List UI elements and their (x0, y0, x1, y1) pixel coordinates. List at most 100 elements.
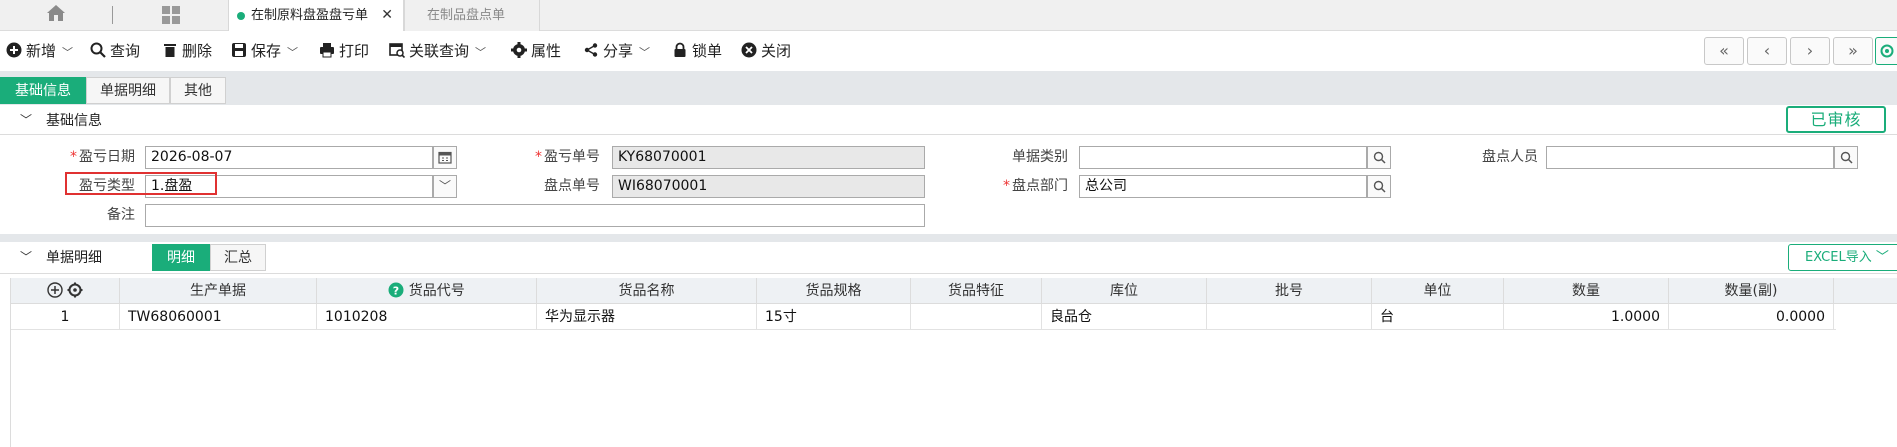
cell-spec[interactable]: 15寸 (757, 304, 911, 330)
printer-icon (320, 43, 334, 58)
cell-quantity-secondary[interactable]: 0.0000 (1669, 304, 1834, 330)
chevron-down-icon[interactable]: ﹀ (639, 42, 650, 64)
plus-circle-icon (6, 42, 22, 58)
department-field[interactable]: 总公司 (1079, 175, 1367, 198)
chevron-down-icon[interactable]: ﹀ (20, 248, 32, 265)
linked-query-button[interactable]: 关联查询 ﹀ (389, 40, 486, 62)
lock-icon (674, 42, 686, 57)
tab-summary[interactable]: 汇总 (210, 244, 266, 271)
query-button[interactable]: 查询 (90, 40, 140, 62)
delete-button[interactable]: 删除 (162, 40, 212, 62)
next-record-button[interactable]: › (1790, 37, 1830, 65)
highlight-box (65, 172, 217, 195)
doc-type-label: 单据类别 (1012, 149, 1068, 165)
count-no-field[interactable]: WI68070001 (612, 175, 925, 198)
excel-import-button[interactable]: EXCEL导入 ﹀ (1788, 244, 1897, 271)
last-record-button[interactable]: » (1833, 37, 1873, 65)
col-batch[interactable]: 批号 (1207, 278, 1372, 304)
details-header[interactable]: ﹀ 单据明细 (0, 242, 1897, 274)
cell-item-code[interactable]: 1010208 (317, 304, 537, 330)
search-icon[interactable] (1367, 146, 1391, 169)
tab-document-details[interactable]: 单据明细 (86, 77, 170, 104)
status-badge: 已审核 (1786, 106, 1886, 133)
tab-separator (112, 6, 113, 24)
cell-quantity[interactable]: 1.0000 (1504, 304, 1669, 330)
adjustment-no-field[interactable]: KY68070001 (612, 146, 925, 169)
department-label: * 盘点部门 (1003, 178, 1068, 194)
help-icon[interactable]: ? (388, 282, 404, 298)
search-icon[interactable] (1834, 146, 1858, 169)
search-icon[interactable] (1367, 175, 1391, 198)
counter-field[interactable] (1546, 146, 1834, 169)
toolbar: 新增 ﹀ 查询 删除 保存 ﹀ 打印 关联查询 ﹀ 属性 分享 ﹀ 锁单 关闭 « ‹ … (0, 31, 1897, 71)
tab-basic-info[interactable]: 基础信息 (0, 77, 86, 104)
home-icon[interactable] (40, 4, 72, 26)
tab-wip-count[interactable]: 在制品盘点单 (404, 0, 540, 31)
grid-tools (11, 278, 120, 304)
remark-field[interactable] (145, 204, 925, 227)
tab-label: 在制品盘点单 (427, 8, 506, 23)
cell-production-doc[interactable]: TW68060001 (120, 304, 317, 330)
chevron-down-icon[interactable]: ﹀ (62, 42, 73, 64)
active-tab-dot (237, 11, 245, 20)
cell-batch[interactable] (1207, 304, 1372, 330)
new-button[interactable]: 新增 ﹀ (6, 40, 73, 62)
apps-grid-icon[interactable] (150, 4, 190, 26)
print-button[interactable]: 打印 (319, 40, 369, 62)
share-icon (584, 43, 598, 57)
search-icon (90, 42, 106, 58)
col-item-code[interactable]: ? 货品代号 (317, 278, 537, 304)
date-field[interactable]: 2026-08-07 (145, 146, 433, 169)
prev-record-button[interactable]: ‹ (1747, 37, 1787, 65)
col-spec[interactable]: 货品规格 (757, 278, 911, 304)
column-settings-icon[interactable] (67, 282, 83, 298)
tab-inventory-adjustment[interactable]: 在制原料盘盈盘亏单 ✕ (228, 0, 404, 31)
tab-detail[interactable]: 明细 (152, 244, 210, 271)
col-unit[interactable]: 单位 (1372, 278, 1504, 304)
svg-text:?: ? (393, 285, 399, 298)
counter-label: 盘点人员 (1482, 149, 1538, 165)
count-no-label: 盘点单号 (544, 178, 600, 194)
first-record-button[interactable]: « (1704, 37, 1744, 65)
trash-icon (164, 44, 176, 57)
doc-type-field[interactable] (1079, 146, 1367, 169)
tab-label: 在制原料盘盈盘亏单 (251, 8, 369, 23)
attributes-button[interactable]: 属性 (511, 40, 561, 62)
close-tab-icon[interactable]: ✕ (381, 0, 393, 31)
col-feature[interactable]: 货品特征 (911, 278, 1042, 304)
gear-icon (511, 42, 527, 58)
section-divider (0, 234, 1897, 242)
chevron-down-icon[interactable]: ﹀ (20, 111, 32, 128)
section-tabs: 基础信息 单据明细 其他 (0, 77, 1897, 105)
tab-other[interactable]: 其他 (170, 77, 226, 104)
details-grid: 生产单据 ? 货品代号 货品名称 货品规格 货品特征 库位 批号 单位 数量 数… (10, 278, 1897, 447)
close-button[interactable]: 关闭 (741, 40, 791, 62)
col-quantity[interactable]: 数量 (1504, 278, 1669, 304)
chevron-down-icon[interactable]: ﹀ (287, 42, 298, 64)
basic-info-header[interactable]: ﹀ 基础信息 (0, 105, 1897, 135)
section-title: 单据明细 (46, 250, 102, 266)
cell-item-name[interactable]: 华为显示器 (537, 304, 757, 330)
col-quantity-secondary[interactable]: 数量(副) (1669, 278, 1834, 304)
cell-feature[interactable] (911, 304, 1042, 330)
section-title: 基础信息 (46, 113, 102, 129)
col-location[interactable]: 库位 (1042, 278, 1207, 304)
floppy-disk-icon (232, 43, 246, 57)
share-button[interactable]: 分享 ﹀ (583, 40, 650, 62)
add-row-icon[interactable] (47, 282, 63, 298)
date-label: * 盈亏日期 (70, 149, 135, 165)
table-row[interactable]: 1 TW68060001 1010208 华为显示器 15寸 良品仓 台 1.0… (11, 304, 1836, 330)
cell-unit[interactable]: 台 (1372, 304, 1504, 330)
col-production-doc[interactable]: 生产单据 (120, 278, 317, 304)
chevron-down-icon[interactable]: ﹀ (433, 175, 457, 198)
chevron-down-icon[interactable]: ﹀ (475, 42, 486, 64)
col-item-name[interactable]: 货品名称 (537, 278, 757, 304)
settings-gear-icon[interactable] (1875, 37, 1897, 65)
calendar-icon[interactable] (433, 146, 457, 169)
save-button[interactable]: 保存 ﹀ (231, 40, 298, 62)
cell-location[interactable]: 良品仓 (1042, 304, 1207, 330)
chevron-down-icon: ﹀ (1875, 250, 1889, 265)
grid-header: 生产单据 ? 货品代号 货品名称 货品规格 货品特征 库位 批号 单位 数量 数… (11, 278, 1897, 304)
lock-button[interactable]: 锁单 (672, 40, 722, 62)
calendar-search-icon (389, 43, 405, 58)
